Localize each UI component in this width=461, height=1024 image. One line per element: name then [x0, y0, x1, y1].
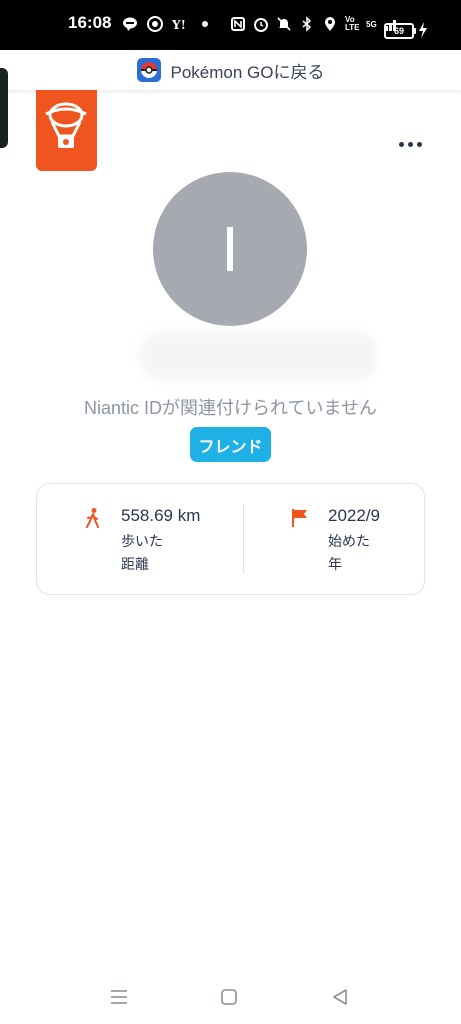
more-dots-icon: [407, 141, 413, 147]
side-edge-tab[interactable]: [0, 68, 8, 148]
profile-badge: [36, 90, 97, 171]
back-nav-icon[interactable]: [328, 985, 352, 1009]
avatar-initial: I: [221, 213, 239, 285]
line-app-icon: [123, 17, 137, 31]
return-label: Pokémon GOに戻る: [170, 62, 325, 82]
menu-nav-icon[interactable]: [107, 985, 131, 1009]
more-dots-icon: [398, 141, 404, 147]
alarm-icon: [254, 18, 268, 32]
svg-text:Y!: Y!: [172, 18, 186, 32]
return-to-app-bar[interactable]: Pokémon GOに戻る: [0, 50, 461, 90]
start-year-label-line1: 始めた: [328, 534, 370, 550]
battery-nub: [413, 28, 416, 34]
signal-label: 5G: [366, 19, 377, 29]
notification-dot-icon: [202, 21, 208, 27]
start-year-label-line2: 年: [328, 557, 342, 573]
battery-indicator: 69: [384, 23, 414, 39]
avatar: I: [153, 172, 307, 326]
more-dots-icon: [416, 141, 422, 147]
walking-person-icon: [86, 508, 99, 528]
system-icons: Vo LTE 5G: [230, 16, 400, 32]
flag-icon: [292, 509, 307, 527]
distance-label-line2: 距離: [121, 557, 149, 573]
distance-value: 558.69 km: [121, 506, 201, 525]
pokemon-go-app-icon: [136, 58, 161, 82]
system-nav-bar: [0, 975, 461, 1024]
niantic-id-status: Niantic IDが関連付けられていません: [84, 398, 377, 418]
location-icon: [325, 17, 335, 31]
charging-icon: [419, 22, 427, 38]
mute-icon: [277, 17, 291, 31]
home-nav-icon[interactable]: [217, 985, 241, 1009]
bluetooth-icon: [302, 16, 312, 32]
more-options-button[interactable]: [396, 136, 424, 152]
notification-icons: Y!: [122, 16, 213, 32]
friend-button[interactable]: フレンド: [190, 427, 271, 462]
status-bar: 16:08 Y! Vo LTE 5G 69: [0, 0, 461, 50]
start-year-value: 2022/9: [328, 506, 380, 525]
eye-app-icon: [147, 16, 163, 32]
network-label: Vo LTE: [345, 15, 360, 32]
yahoo-icon: Y!: [172, 18, 186, 32]
blurred-username: [140, 332, 376, 380]
distance-label-line1: 歩いた: [121, 534, 163, 550]
stats-divider: [243, 504, 244, 574]
stats-card: 558.69 km 歩いた 距離 2022/9 始めた 年: [36, 483, 425, 595]
campfire-balloon-icon: [45, 102, 87, 148]
nfc-icon: [231, 17, 245, 31]
status-time: 16:08: [68, 13, 112, 32]
